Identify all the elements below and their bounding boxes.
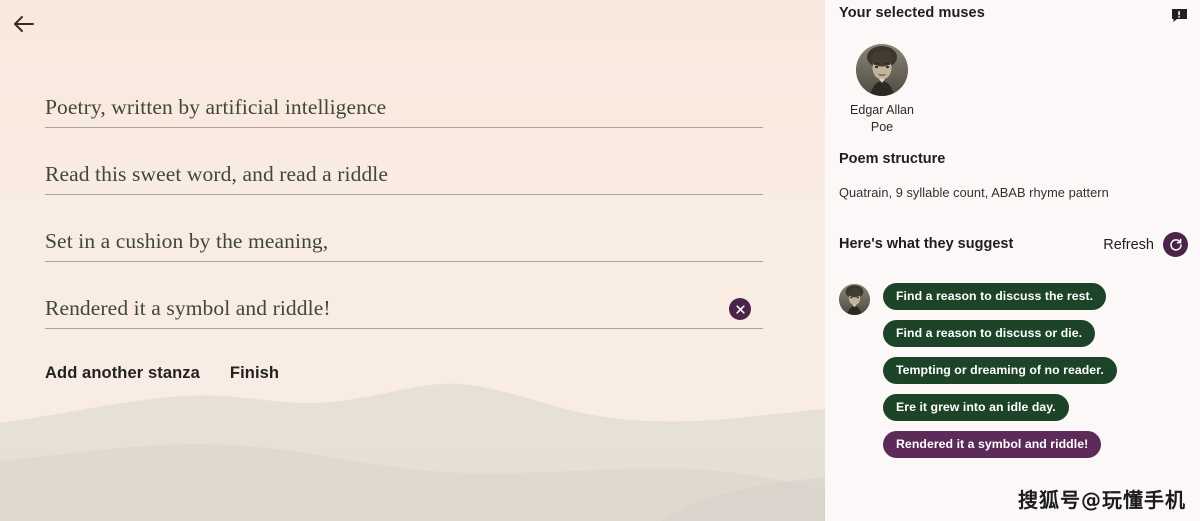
poem-structure-text: Quatrain, 9 syllable count, ABAB rhyme p… <box>839 185 1109 200</box>
muse-name: Edgar Allan Poe <box>839 102 925 136</box>
poem-line[interactable]: Read this sweet word, and read a riddle <box>45 159 763 226</box>
poem-line-underline <box>45 194 763 195</box>
muse-name-line2: Poe <box>870 120 894 134</box>
refresh-icon[interactable] <box>1163 232 1188 257</box>
finish-button[interactable]: Finish <box>230 364 279 383</box>
avatar <box>839 284 870 315</box>
poem-line-text[interactable]: Poetry, written by artificial intelligen… <box>45 92 763 122</box>
muses-sidebar: Your selected muses Edgar Allan Poe Poem… <box>825 0 1200 521</box>
poem-line[interactable]: Rendered it a symbol and riddle! <box>45 293 763 360</box>
poem-line[interactable]: Poetry, written by artificial intelligen… <box>45 92 763 159</box>
back-arrow-icon[interactable] <box>6 6 42 42</box>
poem-lines: Poetry, written by artificial intelligen… <box>45 92 763 360</box>
app-root: Poetry, written by artificial intelligen… <box>0 0 1200 521</box>
suggestion-row: Find a reason to discuss or die. <box>839 320 1190 357</box>
poem-line-text[interactable]: Rendered it a symbol and riddle! <box>45 293 763 323</box>
refresh-label: Refresh <box>1103 236 1154 253</box>
poem-structure-title: Poem structure <box>839 151 946 167</box>
suggestion-row: Rendered it a symbol and riddle! <box>839 431 1190 468</box>
poem-line-underline <box>45 328 763 329</box>
poem-actions: Add another stanza Finish <box>45 364 279 383</box>
muse-name-line1: Edgar Allan <box>850 103 914 117</box>
avatar <box>856 44 908 96</box>
refresh-control[interactable]: Refresh <box>1103 232 1188 257</box>
poem-line-underline <box>45 261 763 262</box>
selected-muses-list: Edgar Allan Poe <box>839 44 925 136</box>
suggestion-chip[interactable]: Find a reason to discuss the rest. <box>883 283 1107 310</box>
suggestion-row: Tempting or dreaming of no reader. <box>839 357 1190 394</box>
suggestion-chip[interactable]: Find a reason to discuss or die. <box>883 320 1096 347</box>
suggestions-list: Find a reason to discuss the rest. Find … <box>839 283 1190 468</box>
poem-line-text[interactable]: Set in a cushion by the meaning, <box>45 226 763 256</box>
background-hill-near <box>0 401 825 521</box>
suggestions-header: Here's what they suggest Refresh <box>839 232 1188 261</box>
add-another-stanza-button[interactable]: Add another stanza <box>45 364 200 383</box>
suggestions-title: Here's what they suggest <box>839 236 1014 252</box>
suggestion-row: Find a reason to discuss the rest. <box>839 283 1190 320</box>
muse-card[interactable]: Edgar Allan Poe <box>839 44 925 136</box>
feedback-icon[interactable] <box>1171 8 1188 23</box>
poem-line-underline <box>45 127 763 128</box>
suggestion-chip-selected[interactable]: Rendered it a symbol and riddle! <box>883 431 1102 458</box>
poem-line-text[interactable]: Read this sweet word, and read a riddle <box>45 159 763 189</box>
suggestion-row: Ere it grew into an idle day. <box>839 394 1190 431</box>
sidebar-title: Your selected muses <box>839 5 985 21</box>
suggestion-chip[interactable]: Ere it grew into an idle day. <box>883 394 1069 421</box>
poem-editor-pane: Poetry, written by artificial intelligen… <box>0 0 825 521</box>
suggestion-chip[interactable]: Tempting or dreaming of no reader. <box>883 357 1117 384</box>
close-circle-icon[interactable] <box>729 298 751 320</box>
poem-line[interactable]: Set in a cushion by the meaning, <box>45 226 763 293</box>
